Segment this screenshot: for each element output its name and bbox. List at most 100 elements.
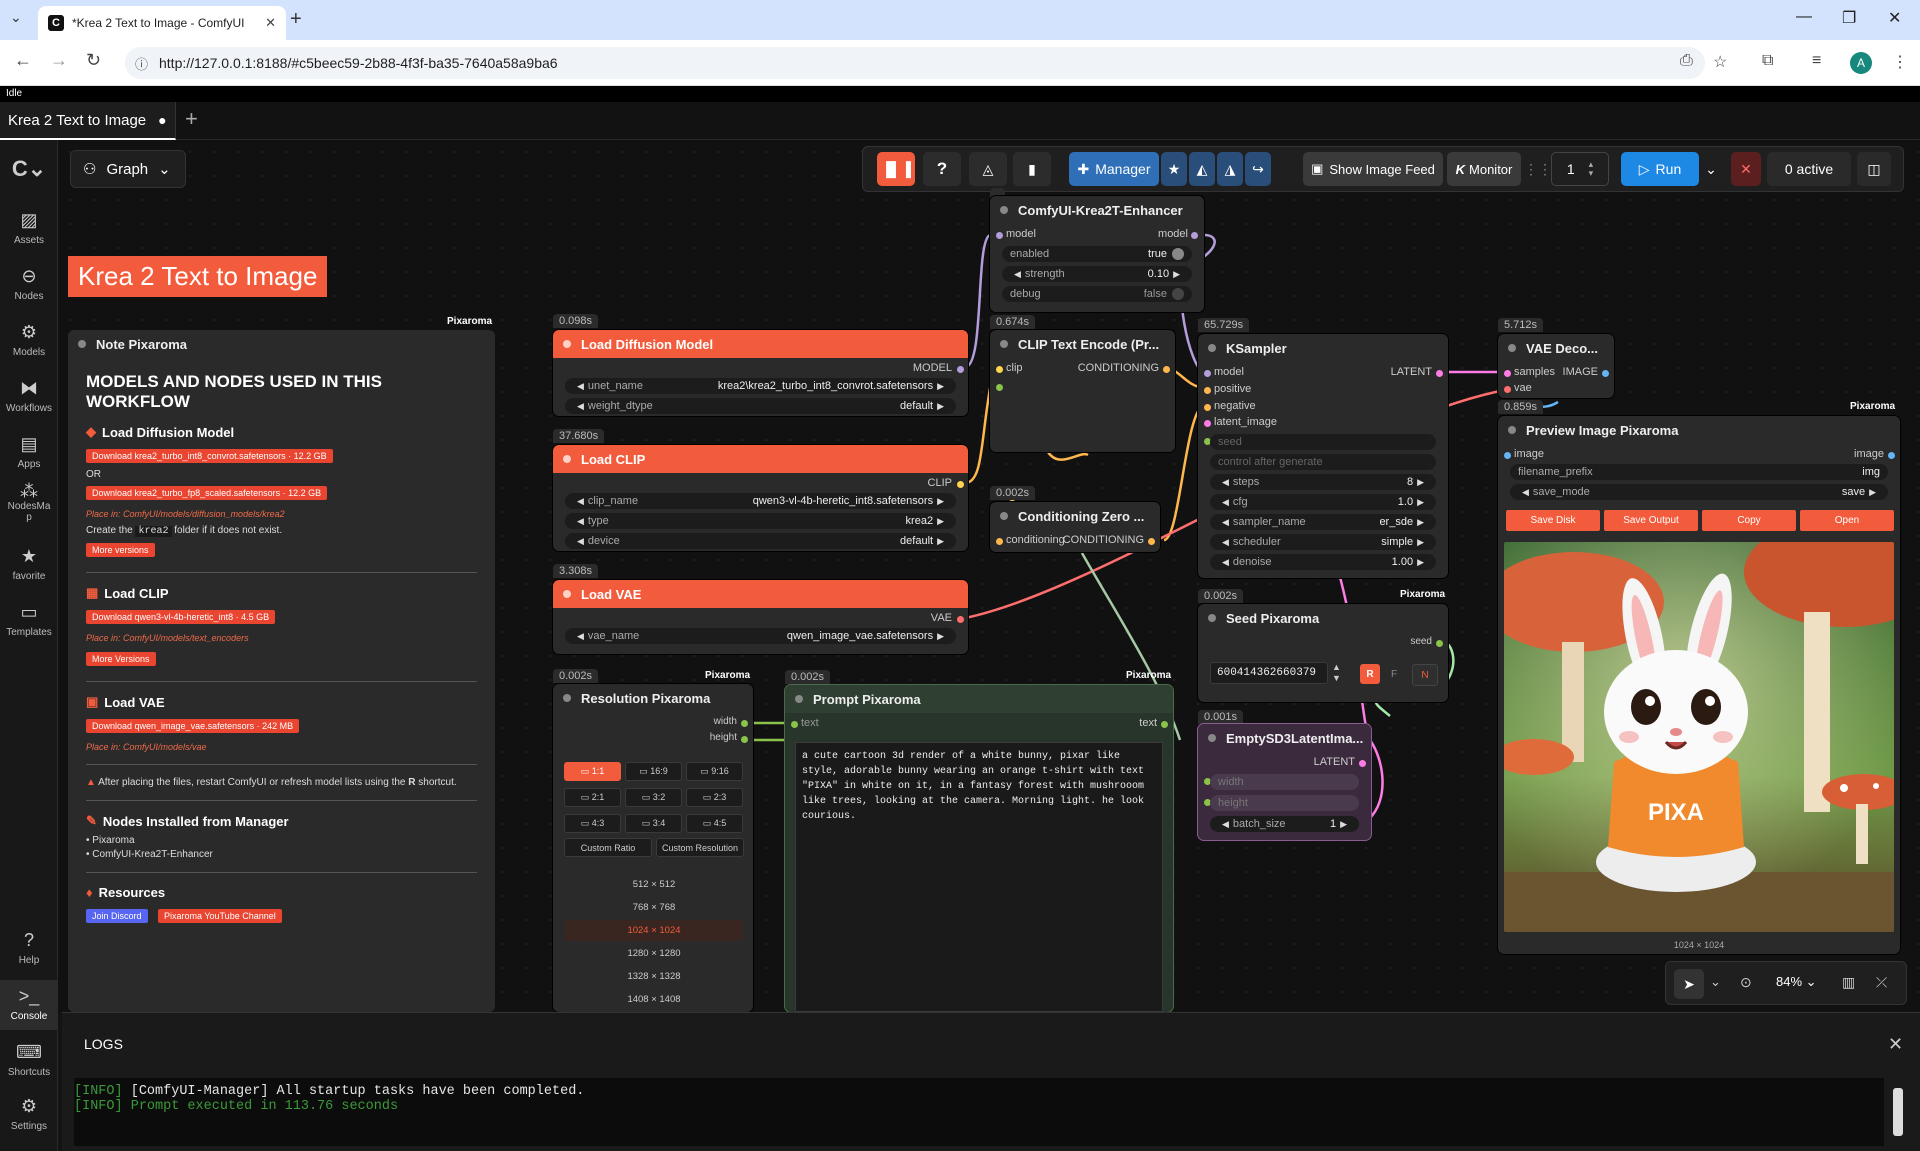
device-select[interactable]: ◀ device default ▶	[565, 533, 956, 549]
fixed-seed-button[interactable]: F	[1384, 664, 1404, 684]
close-console-icon[interactable]: ✕	[1888, 1034, 1903, 1055]
ratio-button[interactable]: ▭ 16:9	[625, 762, 682, 781]
load-vae-node[interactable]: Load VAE VAE ◀ vae_name qwen_image_vae.saf…	[553, 580, 968, 654]
resolution-option[interactable]: 1024 × 1024	[565, 920, 743, 942]
load-clip-node[interactable]: Load CLIP CLIP ◀ clip_name qwen3-vl-4b-her…	[553, 445, 968, 551]
sidebar-item-settings[interactable]: ⚙ Settings	[0, 1096, 58, 1132]
batch-count-input[interactable]: 1 ▴ ▾	[1551, 152, 1609, 186]
ratio-button[interactable]: ▭ 4:5	[686, 814, 743, 833]
show-image-feed-button[interactable]: ▣ Show Image Feed	[1303, 152, 1443, 186]
help-button[interactable]: ?	[923, 152, 961, 186]
enabled-toggle[interactable]: enabled true	[1002, 246, 1192, 262]
cancel-run-button[interactable]: ✕	[1731, 152, 1761, 186]
resolution-option[interactable]: 768 × 768	[565, 897, 743, 919]
console-scrollbar[interactable]	[1893, 1088, 1903, 1136]
youtube-button[interactable]: Pixaroma YouTube Channel	[157, 909, 282, 923]
seed-widget[interactable]: seed	[1210, 434, 1436, 450]
control-after-generate-widget[interactable]: control after generate	[1210, 454, 1436, 470]
manager-button[interactable]: ✚ Manager	[1069, 152, 1159, 186]
sampler-name-widget[interactable]: ◀ sampler_name er_sde ▶	[1210, 514, 1436, 530]
run-button[interactable]: ▷ Run	[1621, 152, 1699, 186]
toggle-panel-icon[interactable]: ◫	[1857, 152, 1891, 186]
favorites-button[interactable]: ★	[1161, 152, 1187, 186]
copy-button[interactable]: Copy	[1702, 510, 1796, 531]
sidebar-item-shortcuts[interactable]: ⌨ Shortcuts	[0, 1042, 58, 1078]
seed-stepper[interactable]: ▲ ▼	[1332, 662, 1341, 684]
save-disk-button[interactable]: Save Disk	[1506, 510, 1600, 531]
ratio-button[interactable]: ▭ 3:2	[625, 788, 682, 807]
download-link[interactable]: Download krea2_turbo_fp8_scaled.safetens…	[86, 486, 328, 500]
clip-name-select[interactable]: ◀ clip_name qwen3-vl-4b-heretic_int8.safet…	[565, 493, 956, 509]
width-widget[interactable]: width	[1210, 774, 1359, 790]
filename-prefix-field[interactable]: filename_prefix img	[1510, 464, 1888, 480]
prompt-textarea[interactable]: a cute cartoon 3d render of a white bunn…	[795, 742, 1163, 1012]
conditioning-zero-out-node[interactable]: Conditioning Zero ... conditioning CONDI…	[990, 502, 1160, 552]
scheduler-widget[interactable]: ◀ scheduler simple ▶	[1210, 534, 1436, 550]
download-link[interactable]: Download qwen3-vl-4b-heretic_int8 · 4.5 …	[86, 610, 276, 624]
fit-view-icon[interactable]: ⊙	[1740, 974, 1752, 991]
seed-pixaroma-node[interactable]: Seed Pixaroma seed 600414362660379 ▲ ▼ R …	[1198, 604, 1448, 702]
resolution-option[interactable]: 1280 × 1280	[565, 943, 743, 965]
custom-ratio-button[interactable]: Custom Ratio	[564, 838, 652, 857]
download-link[interactable]: Download krea2_turbo_int8_convrot.safete…	[86, 449, 333, 463]
zoom-level[interactable]: 84% ⌄	[1776, 974, 1817, 990]
load-diffusion-model-node[interactable]: Load Diffusion Model MODEL ◀ unet_name kre…	[553, 330, 968, 416]
ratio-button[interactable]: ▭ 2:1	[564, 788, 621, 807]
height-widget[interactable]: height	[1210, 795, 1359, 811]
batch-size-widget[interactable]: ◀ batch_size 1 ▶	[1210, 816, 1359, 832]
monitor-button[interactable]: K Monitor	[1447, 152, 1521, 186]
discord-button[interactable]: Join Discord	[86, 909, 148, 923]
drag-handle-icon[interactable]: ⋮⋮	[1524, 152, 1552, 186]
weight-dtype-select[interactable]: ◀ weight_dtype default ▶	[565, 398, 956, 414]
krea2t-enhancer-node[interactable]: ComfyUI-Krea2T-Enhancer model model enab…	[990, 196, 1204, 312]
randomize-seed-button[interactable]: R	[1360, 664, 1380, 684]
ratio-button[interactable]: ▭ 9:16	[686, 762, 743, 781]
save-output-button[interactable]: Save Output	[1604, 510, 1698, 531]
queue-active-button[interactable]: 0 active	[1767, 152, 1851, 186]
save-mode-select[interactable]: ◀ save_mode save ▶	[1510, 484, 1888, 500]
clip-text-encode-node[interactable]: CLIP Text Encode (Pr... clip CONDITIONIN…	[990, 330, 1175, 452]
wireframe-icon[interactable]: ◬	[969, 152, 1007, 186]
vae-name-select[interactable]: ◀ vae_name qwen_image_vae.safetensors ▶	[565, 628, 956, 644]
denoise-widget[interactable]: ◀ denoise 1.00 ▶	[1210, 554, 1436, 570]
tool-chevron-icon[interactable]: ⌄	[1710, 974, 1721, 990]
vae-decode-node[interactable]: VAE Deco... samples vae IMAGE	[1498, 334, 1614, 398]
resolution-option[interactable]: 512 × 512	[565, 874, 743, 896]
ratio-button[interactable]: ▭ 2:3	[686, 788, 743, 807]
open-button[interactable]: Open	[1800, 510, 1894, 531]
run-options-chevron-icon[interactable]: ⌄	[1701, 152, 1721, 186]
clip-type-select[interactable]: ◀ type krea2 ▶	[565, 513, 956, 529]
ratio-button[interactable]: ▭ 1:1	[564, 762, 621, 781]
ratio-button[interactable]: ▭ 4:3	[564, 814, 621, 833]
hide-links-icon[interactable]: ⤫	[1876, 974, 1887, 991]
unet-name-select[interactable]: ◀ unet_name krea2\krea2_turbo_int8_convrot…	[565, 378, 956, 394]
select-tool-icon[interactable]: ➤	[1674, 969, 1704, 999]
custom-resolution-button[interactable]: Custom Resolution	[656, 838, 744, 857]
model-manager-button[interactable]: ◭	[1189, 152, 1215, 186]
prompt-pixaroma-node[interactable]: Prompt Pixaroma text text a cute cartoon…	[785, 685, 1173, 1012]
bookmark-icon[interactable]: ▮	[1013, 152, 1051, 186]
share-button[interactable]: ↪	[1245, 152, 1271, 186]
steps-widget[interactable]: ◀ steps 8 ▶	[1210, 474, 1436, 490]
ksampler-node[interactable]: KSampler LATENT model positive negative …	[1198, 334, 1448, 578]
minimap-icon[interactable]: ▥	[1842, 974, 1855, 991]
preview-image-pixaroma-node[interactable]: Preview Image Pixaroma image image filen…	[1498, 416, 1900, 954]
new-seed-button[interactable]: N	[1412, 664, 1438, 686]
ratio-button[interactable]: ▭ 3:4	[625, 814, 682, 833]
debug-toggle[interactable]: debug false	[1002, 286, 1192, 302]
download-link[interactable]: Download qwen_image_vae.safetensors · 24…	[86, 719, 300, 733]
note-pixaroma-node[interactable]: Note Pixaroma MODELS AND NODES USED IN T…	[68, 330, 495, 1012]
seed-value-input[interactable]: 600414362660379	[1210, 662, 1328, 684]
more-versions-link[interactable]: More versions	[86, 543, 155, 557]
resolution-option[interactable]: 1328 × 1328	[565, 966, 743, 988]
graph-menu-button[interactable]: ⚇ Graph ⌄	[70, 150, 186, 188]
cfg-widget[interactable]: ◀ cfg 1.0 ▶	[1210, 494, 1436, 510]
pixaroma-chart-icon[interactable]: ▐▌▐	[877, 152, 915, 186]
empty-sd3-latent-image-node[interactable]: EmptySD3LatentIma... LATENT width height…	[1198, 724, 1371, 840]
strength-slider[interactable]: ◀ strength 0.10 ▶	[1002, 266, 1192, 282]
more-versions-link[interactable]: More Versions	[86, 652, 156, 666]
install-button[interactable]: ◮	[1217, 152, 1243, 186]
place-hint: Place in: ComfyUI/models/vae	[86, 742, 207, 752]
logs-output[interactable]: [INFO] [ComfyUI-Manager] All startup tas…	[74, 1078, 1884, 1146]
resolution-option[interactable]: 1408 × 1408	[565, 989, 743, 1011]
